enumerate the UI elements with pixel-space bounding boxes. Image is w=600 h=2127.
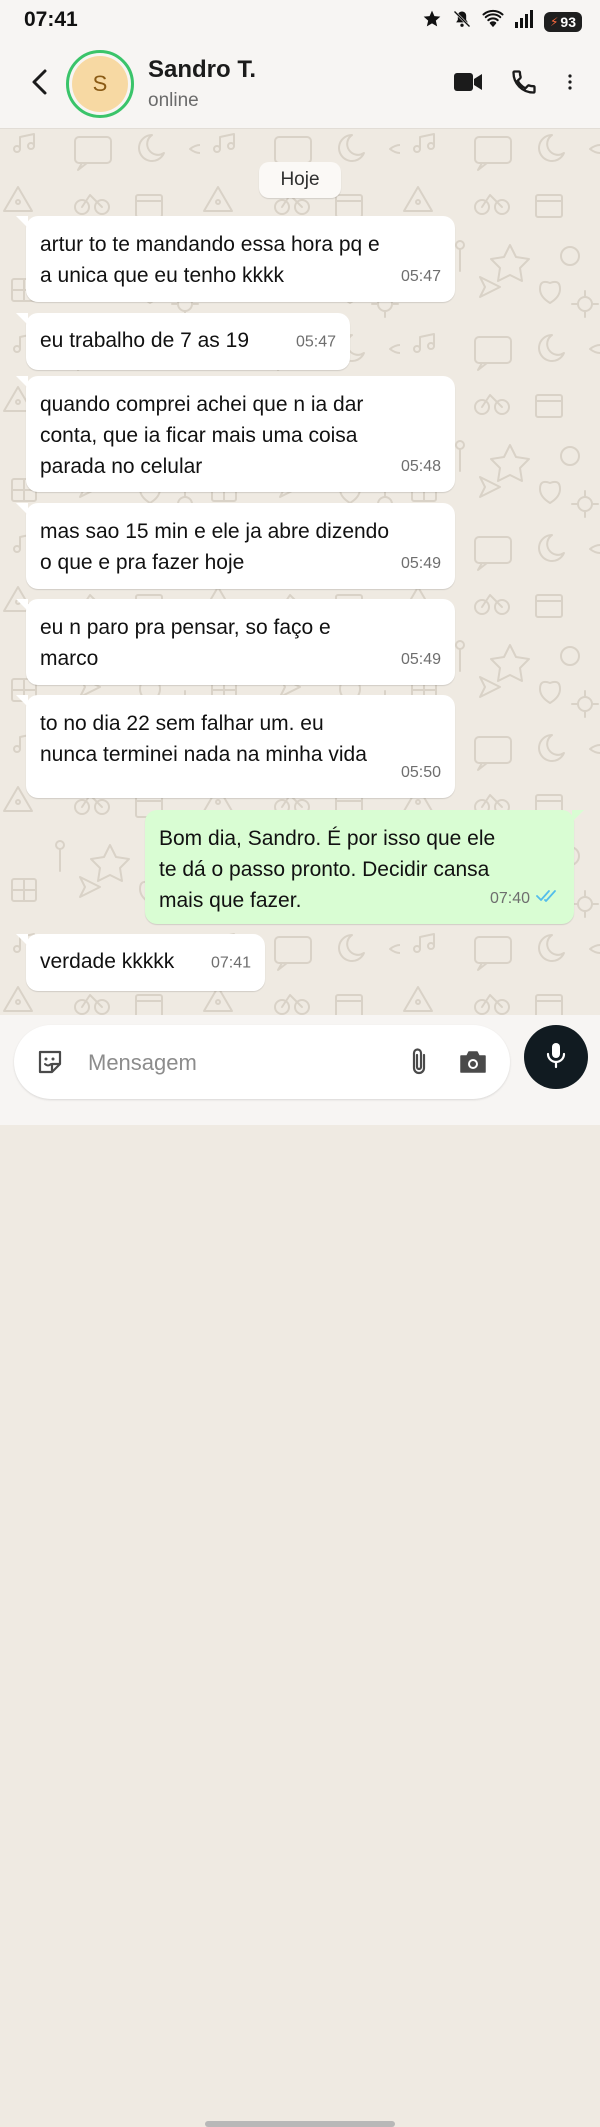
- chat-header: S Sandro T. online: [0, 42, 600, 129]
- message-time: 05:47: [400, 268, 441, 285]
- contact-status: online: [148, 90, 199, 111]
- home-indicator[interactable]: [205, 2121, 395, 2127]
- message-text: mas sao 15 min e ele ja abre dizendo o q…: [40, 520, 390, 574]
- message-input[interactable]: [86, 1045, 390, 1081]
- more-options-button[interactable]: [560, 64, 580, 104]
- message-text: eu n paro pra pensar, so faço e marco: [40, 616, 331, 670]
- attach-icon[interactable]: [408, 1047, 430, 1082]
- message-bubble-incoming[interactable]: to no dia 22 sem falhar um. eu nunca ter…: [16, 695, 455, 798]
- signal-icon: [514, 9, 534, 34]
- message-time: 05:47: [295, 333, 336, 350]
- battery-level: 93: [560, 13, 576, 30]
- message-text: to no dia 22 sem falhar um. eu nunca ter…: [40, 712, 367, 766]
- message-time: 05:49: [400, 651, 441, 668]
- message-text: quando comprei achei que n ia dar conta,…: [40, 393, 364, 478]
- bell-off-icon: [452, 9, 472, 34]
- message-bubble-incoming[interactable]: artur to te mandando essa hora pq e a un…: [16, 216, 455, 302]
- message-bubble-incoming[interactable]: eu n paro pra pensar, so faço e marco 05…: [16, 599, 455, 685]
- star-icon: [422, 9, 442, 34]
- message-meta: 07:40: [490, 883, 560, 914]
- message-time: 05:49: [400, 555, 441, 572]
- message-time: 07:41: [210, 954, 251, 971]
- message-compose: [14, 1025, 510, 1099]
- charging-bolt-icon: ⚡: [549, 14, 559, 29]
- message-time: 05:48: [400, 458, 441, 475]
- contact-name[interactable]: Sandro T.: [148, 56, 256, 84]
- video-call-icon: [453, 71, 483, 98]
- mic-icon: [546, 1041, 566, 1074]
- phone-call-icon: [510, 68, 538, 101]
- message-text: eu trabalho de 7 as 19: [40, 329, 249, 352]
- back-arrow-icon: [30, 68, 48, 101]
- more-vert-icon: [567, 72, 573, 97]
- status-icons: ⚡ 93: [422, 9, 582, 34]
- message-bubble-incoming[interactable]: verdade kkkkk 07:41: [16, 934, 265, 991]
- date-separator: Hoje: [259, 162, 341, 198]
- camera-icon[interactable]: [458, 1049, 488, 1080]
- read-ticks-icon: [536, 883, 560, 914]
- input-bar: [0, 1015, 600, 2127]
- message-bubble-outgoing[interactable]: Bom dia, Sandro. É por isso que ele te d…: [145, 810, 584, 924]
- message-bubble-incoming[interactable]: mas sao 15 min e ele ja abre dizendo o q…: [16, 503, 455, 589]
- status-bar: 07:41 ⚡ 93: [0, 0, 600, 42]
- avatar[interactable]: S: [66, 50, 134, 118]
- message-time: 07:40: [489, 890, 530, 907]
- phone-call-button[interactable]: [506, 64, 542, 104]
- back-button[interactable]: [24, 66, 54, 102]
- sticker-icon[interactable]: [36, 1048, 64, 1081]
- video-call-button[interactable]: [450, 64, 486, 104]
- voice-message-button[interactable]: [524, 1025, 588, 1089]
- message-time: 05:50: [400, 764, 441, 781]
- status-time: 07:41: [24, 8, 78, 31]
- wifi-icon: [482, 9, 504, 34]
- chat-area[interactable]: Hoje artur to te mandando essa hora pq e…: [0, 129, 600, 1015]
- message-bubble-incoming[interactable]: quando comprei achei que n ia dar conta,…: [16, 376, 455, 492]
- message-text: artur to te mandando essa hora pq e a un…: [40, 233, 380, 287]
- message-bubble-incoming[interactable]: eu trabalho de 7 as 19 05:47: [16, 313, 350, 370]
- battery-icon: ⚡ 93: [543, 11, 582, 32]
- avatar-initial: S: [72, 56, 128, 112]
